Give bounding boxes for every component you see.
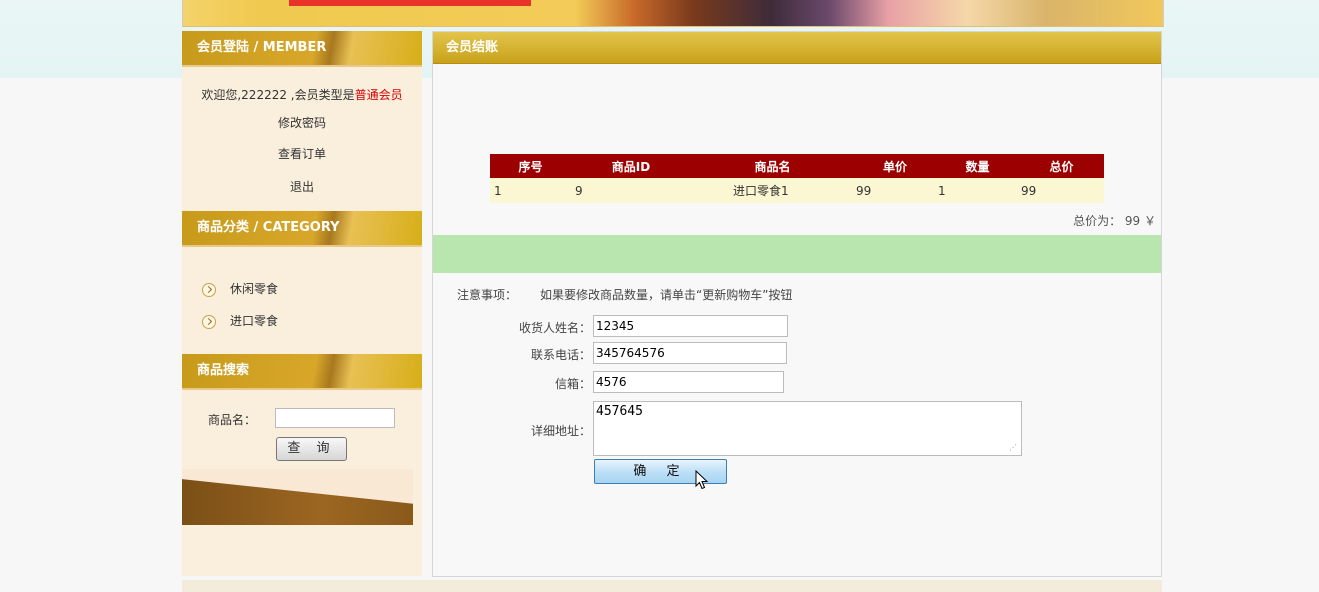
receiver-name-input[interactable] bbox=[593, 315, 788, 337]
search-button[interactable]: 查 询 bbox=[276, 437, 347, 461]
column-header-product-id: 商品ID bbox=[571, 154, 691, 178]
column-header-subtotal: 总价 bbox=[1019, 154, 1104, 178]
cell-subtotal: 99 bbox=[1019, 178, 1104, 203]
decoration-shape bbox=[182, 479, 413, 525]
welcome-text: 欢迎您,222222 ,会员类型是普通会员 bbox=[182, 86, 422, 103]
notice-label: 注意事项： bbox=[457, 288, 518, 302]
banner-image bbox=[182, 0, 1164, 27]
search-input[interactable] bbox=[275, 408, 395, 428]
cell-quantity: 1 bbox=[936, 178, 1019, 203]
cell-product-id: 9 bbox=[571, 178, 691, 203]
email-label: 信箱： bbox=[554, 377, 591, 391]
banner-red-block bbox=[289, 0, 531, 6]
cart-table: 序号 商品ID 商品名 单价 数量 总价 1 9 进口零食1 99 1 99 bbox=[490, 154, 1104, 203]
notice-band bbox=[433, 235, 1161, 273]
table-header-row: 序号 商品ID 商品名 单价 数量 总价 bbox=[490, 154, 1104, 178]
column-header-product-name: 商品名 bbox=[691, 154, 854, 178]
category-item-label: 休闲零食 bbox=[230, 282, 279, 296]
checkout-title: 会员结账 bbox=[446, 40, 499, 55]
column-header-quantity: 数量 bbox=[936, 154, 1019, 178]
change-password-link[interactable]: 修改密码 bbox=[182, 114, 422, 131]
logout-link[interactable]: 退出 bbox=[182, 178, 422, 195]
phone-label: 联系电话： bbox=[530, 348, 591, 362]
column-header-index: 序号 bbox=[490, 154, 571, 178]
category-item-label: 进口零食 bbox=[230, 314, 279, 328]
category-item-imported[interactable]: 进口零食 bbox=[202, 313, 278, 329]
member-type: 普通会员 bbox=[354, 88, 403, 102]
checkout-panel: 会员结账 序号 商品ID 商品名 单价 数量 总价 1 9 进口零食1 99 1… bbox=[432, 31, 1162, 577]
address-textarea[interactable]: 457645 bbox=[593, 401, 1022, 456]
category-panel-header: 商品分类 / CATEGORY bbox=[182, 211, 422, 247]
resize-grip-icon[interactable]: ⋰ bbox=[1009, 443, 1019, 453]
column-header-unit-price: 单价 bbox=[854, 154, 936, 178]
address-label: 详细地址： bbox=[530, 424, 591, 438]
member-panel: 欢迎您,222222 ,会员类型是普通会员 修改密码 查看订单 退出 bbox=[182, 67, 422, 209]
footer-strip bbox=[182, 580, 1162, 592]
cell-unit-price: 99 bbox=[854, 178, 936, 203]
category-item-snacks[interactable]: 休闲零食 bbox=[202, 281, 278, 297]
search-panel-header: 商品搜索 bbox=[182, 354, 422, 390]
category-panel-title: 商品分类 / CATEGORY bbox=[197, 220, 340, 235]
mouse-cursor-icon bbox=[695, 470, 709, 490]
cell-index: 1 bbox=[490, 178, 571, 203]
sidebar: 会员登陆 / MEMBER 欢迎您,222222 ,会员类型是普通会员 修改密码… bbox=[182, 31, 422, 576]
search-panel-title: 商品搜索 bbox=[197, 363, 250, 378]
phone-input[interactable] bbox=[593, 342, 787, 364]
chevron-right-icon bbox=[202, 282, 216, 297]
email-input[interactable] bbox=[593, 371, 784, 393]
chevron-right-icon bbox=[202, 314, 216, 329]
view-orders-link[interactable]: 查看订单 bbox=[182, 145, 422, 162]
welcome-prefix: 欢迎您,222222 ,会员类型是 bbox=[201, 88, 355, 102]
member-panel-title: 会员登陆 / MEMBER bbox=[197, 40, 327, 55]
cell-product-name: 进口零食1 bbox=[691, 178, 854, 203]
checkout-header: 会员结账 bbox=[433, 32, 1161, 64]
member-panel-header: 会员登陆 / MEMBER bbox=[182, 31, 422, 67]
order-total: 总价为： 99 ￥ bbox=[1073, 214, 1156, 228]
table-row: 1 9 进口零食1 99 1 99 bbox=[490, 178, 1104, 203]
search-label: 商品名： bbox=[208, 413, 257, 427]
receiver-name-label: 收货人姓名： bbox=[518, 321, 591, 335]
notice-text: 如果要修改商品数量，请单击“更新购物车”按钮 bbox=[540, 288, 793, 302]
sidebar-decoration bbox=[182, 469, 413, 525]
